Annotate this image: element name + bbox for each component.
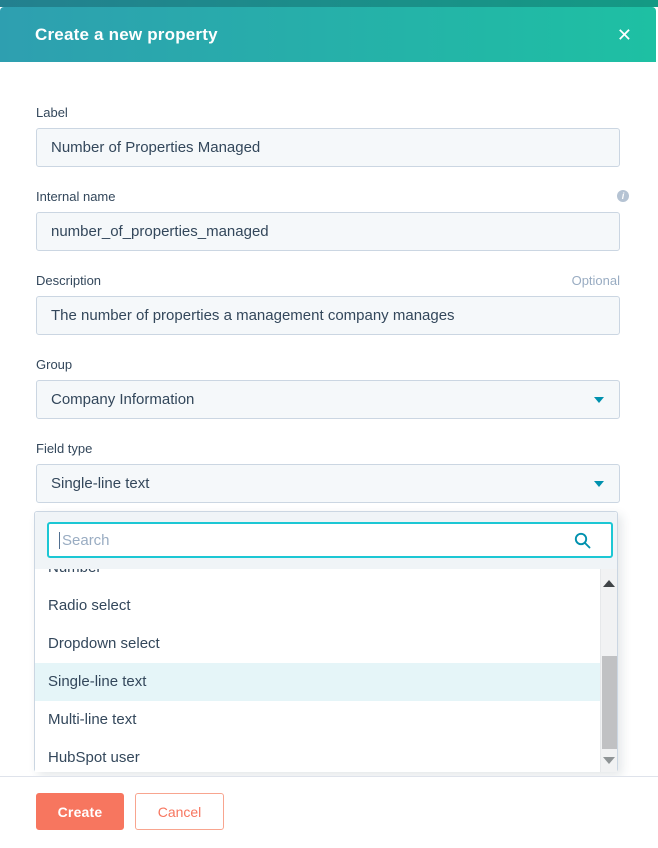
option-multi-line-text[interactable]: Multi-line text — [35, 701, 602, 739]
field-type-select[interactable]: Single-line text — [36, 464, 620, 503]
description-input[interactable] — [36, 296, 620, 335]
dropdown-scrollbar[interactable] — [600, 569, 617, 772]
modal-title: Create a new property — [35, 24, 218, 44]
description-field-label: Description Optional — [36, 273, 620, 289]
close-icon[interactable]: ✕ — [617, 26, 632, 44]
triangle-up-icon — [603, 579, 615, 587]
cancel-button[interactable]: Cancel — [135, 793, 224, 830]
group-select-value: Company Information — [51, 391, 195, 408]
option-number[interactable]: Number — [35, 569, 602, 587]
field-type-select-value: Single-line text — [51, 475, 150, 492]
option-dropdown-select[interactable]: Dropdown select — [35, 625, 602, 663]
scrollbar-thumb[interactable] — [602, 656, 617, 749]
search-icon — [574, 532, 591, 549]
scroll-down-button[interactable] — [601, 750, 617, 770]
info-icon[interactable]: i — [617, 190, 629, 202]
label-field-label: Label — [36, 105, 68, 120]
group-select[interactable]: Company Information — [36, 380, 620, 419]
create-property-modal: Create a new property ✕ Label Internal n… — [0, 0, 658, 848]
modal-body: Label Internal name i Description Option… — [0, 62, 658, 525]
chevron-down-icon — [594, 480, 604, 487]
option-hubspot-user[interactable]: HubSpot user — [35, 739, 602, 772]
field-type-dropdown-panel: Number Radio select Dropdown select Sing… — [34, 511, 618, 772]
search-input[interactable] — [47, 522, 613, 558]
option-radio-select[interactable]: Radio select — [35, 587, 602, 625]
triangle-down-icon — [603, 756, 615, 764]
scroll-up-button[interactable] — [601, 573, 617, 593]
label-input[interactable] — [36, 128, 620, 167]
internal-name-label-text: Internal name — [36, 189, 116, 204]
text-cursor — [59, 532, 60, 549]
dropdown-search-strip — [35, 512, 617, 569]
description-label-text: Description — [36, 273, 102, 288]
internal-name-field-label: Internal name i — [36, 189, 629, 205]
chevron-down-icon — [594, 396, 604, 403]
label-field-group: Label — [36, 105, 620, 167]
option-single-line-text[interactable]: Single-line text — [35, 663, 602, 701]
description-field-group: Description Optional — [36, 273, 620, 335]
modal-footer: Create Cancel — [0, 777, 658, 848]
page-background-strip — [0, 0, 658, 7]
group-field-label: Group — [36, 357, 73, 372]
optional-badge: Optional — [571, 273, 620, 288]
modal-header: Create a new property ✕ — [0, 7, 656, 62]
group-field-group: Group Company Information — [36, 357, 620, 419]
field-type-field-label: Field type — [36, 441, 93, 456]
internal-name-field-group: Internal name i — [36, 189, 629, 251]
field-type-options-list: Number Radio select Dropdown select Sing… — [35, 569, 602, 772]
field-type-field-group: Field type Single-line text — [36, 441, 620, 503]
create-button[interactable]: Create — [36, 793, 124, 830]
internal-name-input[interactable] — [36, 212, 620, 251]
